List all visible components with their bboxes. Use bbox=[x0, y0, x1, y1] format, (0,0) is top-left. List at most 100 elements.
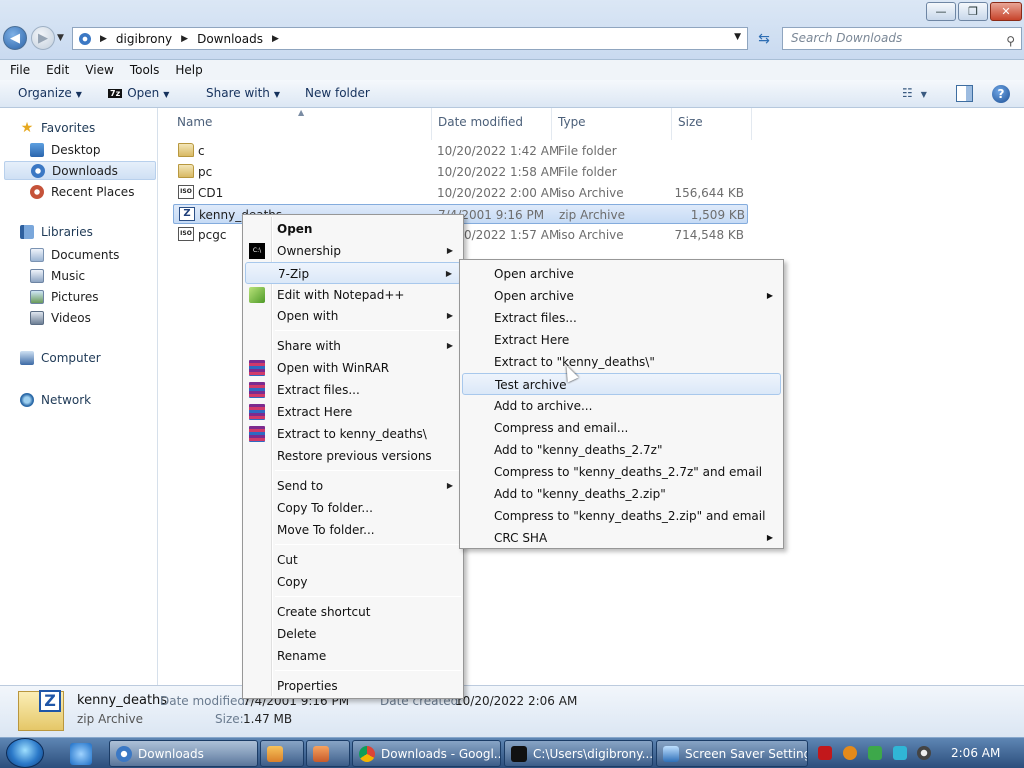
menu-item-copy-to-folder[interactable]: Copy To folder... bbox=[245, 497, 461, 519]
taskbar-button-7zip[interactable]: C:\Users\digibrony... bbox=[504, 740, 653, 767]
column-divider[interactable] bbox=[551, 108, 552, 140]
file-row[interactable]: ISO CD1 10/20/2022 2:00 AM iso Archive 1… bbox=[173, 183, 748, 203]
menu-item-send-to[interactable]: Send to ▶ bbox=[245, 475, 461, 497]
recent-pages-dropdown[interactable]: ▼ bbox=[57, 33, 64, 43]
menu-item-move-to-folder[interactable]: Move To folder... bbox=[245, 519, 461, 541]
nav-libraries[interactable]: Libraries bbox=[20, 225, 93, 239]
tray-display-icon[interactable] bbox=[893, 746, 907, 760]
breadcrumb-downloads[interactable]: Downloads bbox=[197, 32, 263, 46]
new-folder-button[interactable]: New folder bbox=[305, 86, 370, 100]
menu-item-edit-notepadpp[interactable]: Edit with Notepad++ bbox=[245, 284, 461, 306]
tray-app-icon[interactable] bbox=[818, 746, 832, 760]
menu-item-restore-versions[interactable]: Restore previous versions bbox=[245, 445, 461, 467]
sevenzip-menu-item[interactable]: Test archive bbox=[462, 373, 781, 395]
nav-desktop[interactable]: Desktop bbox=[30, 140, 155, 159]
organize-button[interactable]: Organize ▼ bbox=[18, 86, 82, 100]
nav-recent-places[interactable]: Recent Places bbox=[30, 182, 155, 201]
menu-item-ownership[interactable]: C:\ Ownership ▶ bbox=[245, 240, 461, 262]
start-button[interactable] bbox=[6, 738, 44, 768]
column-divider[interactable] bbox=[751, 108, 752, 140]
column-header-date[interactable]: Date modified bbox=[438, 115, 523, 137]
minimize-button[interactable]: — bbox=[926, 2, 956, 21]
change-view-button[interactable]: ☷ ▼ bbox=[902, 86, 927, 100]
back-button[interactable]: ◀ bbox=[3, 26, 27, 50]
column-header-type[interactable]: Type bbox=[558, 115, 586, 137]
breadcrumb-separator-icon[interactable]: ▶ bbox=[272, 34, 279, 44]
nav-downloads[interactable]: Downloads bbox=[4, 161, 156, 180]
tray-volume-icon[interactable] bbox=[917, 746, 931, 760]
menu-item-open-with[interactable]: Open with ▶ bbox=[245, 305, 461, 327]
refresh-button[interactable]: ⇆ bbox=[752, 27, 776, 50]
column-divider[interactable] bbox=[671, 108, 672, 140]
taskbar-button-media-player[interactable] bbox=[260, 740, 304, 767]
sevenzip-menu-item[interactable]: Compress to "kenny_deaths_2.7z" and emai… bbox=[462, 461, 781, 483]
address-bar[interactable]: ▶ digibrony ▶ Downloads ▶ ▼ bbox=[72, 27, 748, 50]
address-history-dropdown[interactable]: ▼ bbox=[734, 32, 741, 42]
help-button[interactable]: ? bbox=[992, 85, 1010, 103]
maximize-button[interactable]: ❐ bbox=[958, 2, 988, 21]
internet-explorer-icon[interactable] bbox=[70, 743, 92, 765]
nav-videos[interactable]: Videos bbox=[30, 308, 155, 327]
submenu-arrow-icon: ▶ bbox=[766, 291, 773, 300]
menu-help[interactable]: Help bbox=[167, 63, 210, 77]
sevenzip-menu-item[interactable]: Open archive bbox=[462, 263, 781, 285]
taskbar-button-downloads[interactable]: Downloads bbox=[109, 740, 258, 767]
menu-edit[interactable]: Edit bbox=[38, 63, 77, 77]
forward-button[interactable]: ▶ bbox=[31, 26, 55, 50]
tray-network-icon[interactable] bbox=[868, 746, 882, 760]
preview-pane-button[interactable] bbox=[956, 85, 973, 102]
menu-item-extract-files[interactable]: Extract files... bbox=[245, 379, 461, 401]
breadcrumb-digibrony[interactable]: digibrony bbox=[116, 32, 172, 46]
taskbar-button-app[interactable] bbox=[306, 740, 350, 767]
taskbar-button-screen-saver[interactable]: Screen Saver Settings bbox=[656, 740, 808, 767]
column-divider[interactable] bbox=[431, 108, 432, 140]
nav-pictures-label: Pictures bbox=[51, 289, 99, 304]
nav-music[interactable]: Music bbox=[30, 266, 155, 285]
menu-item-cut[interactable]: Cut bbox=[245, 549, 461, 571]
nav-favorites[interactable]: ★ Favorites bbox=[20, 120, 96, 136]
search-icon[interactable]: ⚲ bbox=[1006, 31, 1015, 52]
sevenzip-menu-item[interactable]: Extract to "kenny_deaths\" bbox=[462, 351, 781, 373]
file-row[interactable]: c 10/20/2022 1:42 AM File folder bbox=[173, 141, 748, 161]
menu-item-7zip[interactable]: 7-Zip ▶ bbox=[245, 262, 461, 284]
sevenzip-menu-item[interactable]: Open archive ▶ bbox=[462, 285, 781, 307]
menu-view[interactable]: View bbox=[77, 63, 121, 77]
breadcrumb-separator-icon[interactable]: ▶ bbox=[181, 34, 188, 44]
sevenzip-menu-item[interactable]: Extract files... bbox=[462, 307, 781, 329]
sevenzip-menu-item[interactable]: Compress and email... bbox=[462, 417, 781, 439]
share-with-button[interactable]: Share with ▼ bbox=[206, 86, 280, 100]
nav-network[interactable]: Network bbox=[20, 393, 91, 407]
zip-archive-icon: Z bbox=[18, 690, 64, 731]
menu-item-copy[interactable]: Copy bbox=[245, 571, 461, 593]
taskbar-button-chrome[interactable]: Downloads - Googl... bbox=[352, 740, 501, 767]
sevenzip-menu-item[interactable]: CRC SHA ▶ bbox=[462, 527, 781, 549]
menu-item-extract-here[interactable]: Extract Here bbox=[245, 401, 461, 423]
menu-item-delete[interactable]: Delete bbox=[245, 623, 461, 645]
menu-item-create-shortcut[interactable]: Create shortcut bbox=[245, 601, 461, 623]
sevenzip-menu-item[interactable]: Compress to "kenny_deaths_2.zip" and ema… bbox=[462, 505, 781, 527]
nav-computer[interactable]: Computer bbox=[20, 351, 101, 365]
open-button[interactable]: 7z Open ▼ bbox=[108, 86, 169, 100]
sevenzip-menu-item[interactable]: Add to "kenny_deaths_2.7z" bbox=[462, 439, 781, 461]
sevenzip-menu-item[interactable]: Add to "kenny_deaths_2.zip" bbox=[462, 483, 781, 505]
column-header-size[interactable]: Size bbox=[678, 115, 703, 137]
nav-documents[interactable]: Documents bbox=[30, 245, 155, 264]
tray-search-icon[interactable] bbox=[843, 746, 857, 760]
sevenzip-menu-item[interactable]: Add to archive... bbox=[462, 395, 781, 417]
search-input[interactable]: Search Downloads ⚲ bbox=[782, 27, 1022, 50]
file-row[interactable]: pc 10/20/2022 1:58 AM File folder bbox=[173, 162, 748, 182]
breadcrumb-separator-icon[interactable]: ▶ bbox=[100, 34, 107, 44]
menu-item-extract-to[interactable]: Extract to kenny_deaths\ bbox=[245, 423, 461, 445]
menu-item-open-winrar[interactable]: Open with WinRAR bbox=[245, 357, 461, 379]
nav-pictures[interactable]: Pictures bbox=[30, 287, 155, 306]
close-button[interactable]: ✕ bbox=[990, 2, 1022, 21]
menu-tools[interactable]: Tools bbox=[122, 63, 168, 77]
menu-item-open[interactable]: Open bbox=[245, 218, 461, 240]
menu-item-share-with[interactable]: Share with ▶ bbox=[245, 335, 461, 357]
menu-item-rename[interactable]: Rename bbox=[245, 645, 461, 667]
menu-file[interactable]: File bbox=[2, 63, 38, 77]
clock[interactable]: 2:06 AM bbox=[951, 746, 1000, 760]
menu-item-properties[interactable]: Properties bbox=[245, 675, 461, 697]
sevenzip-menu-item[interactable]: Extract Here bbox=[462, 329, 781, 351]
column-header-name[interactable]: Name bbox=[177, 115, 212, 137]
